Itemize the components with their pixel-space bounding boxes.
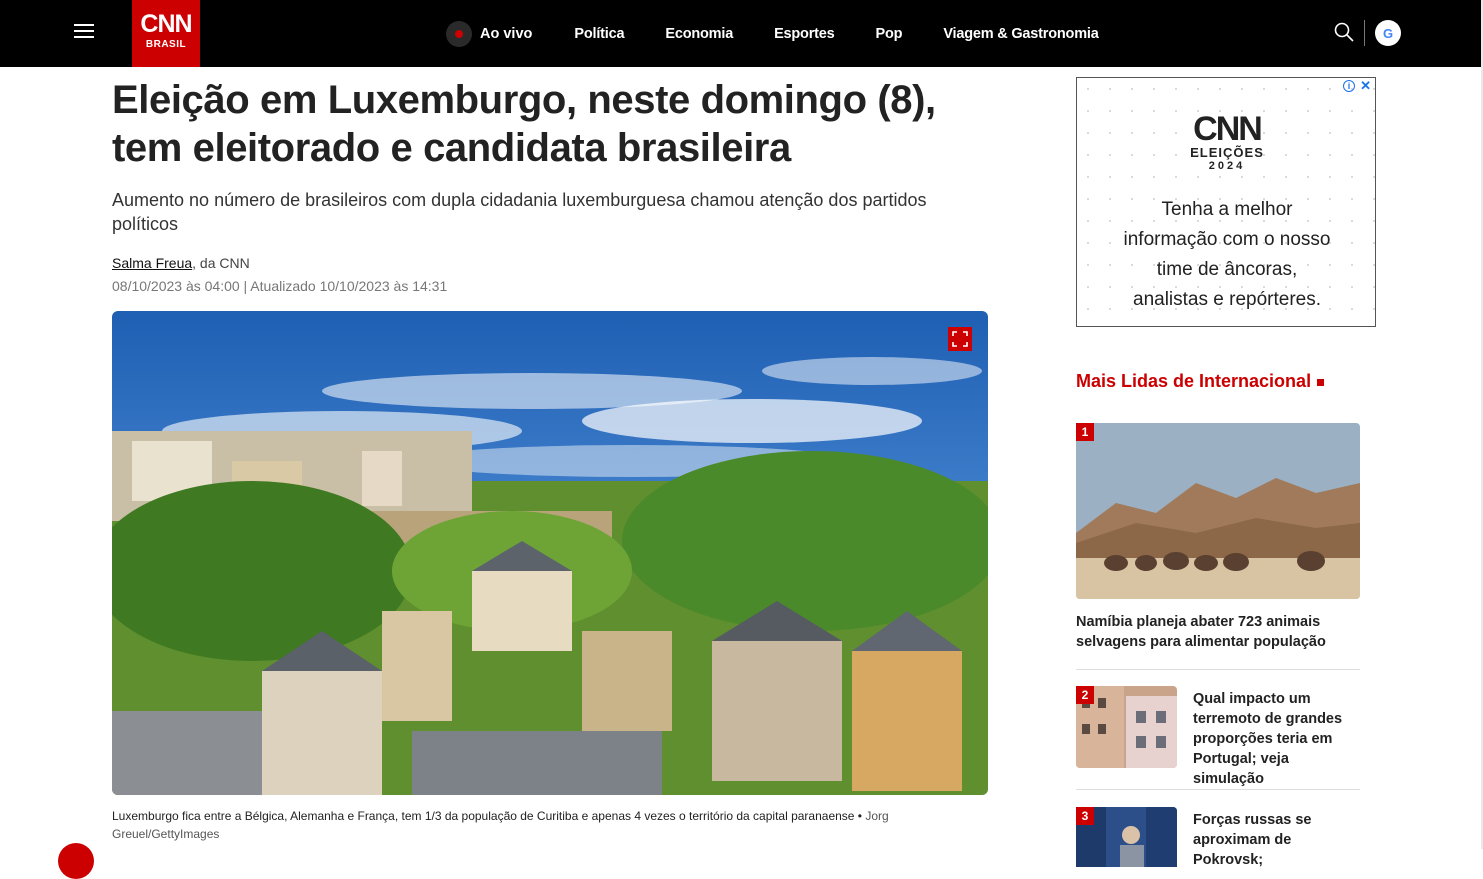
ad-text-line: time de âncoras,: [1156, 259, 1298, 280]
top-navigation-bar: CNN BRASIL Ao vivo Política Economia Esp…: [0, 0, 1483, 67]
fullscreen-expand-icon[interactable]: [948, 327, 972, 351]
live-dot-icon: [446, 20, 472, 47]
hero-image-luxembourg[interactable]: [112, 311, 988, 795]
author-link[interactable]: Salma Freua: [112, 255, 192, 271]
ad-close-icon[interactable]: ✕: [1360, 78, 1371, 94]
divider: [1076, 669, 1360, 670]
author-suffix: , da CNN: [192, 255, 250, 271]
ad-logo-cnn: CNN: [1193, 110, 1263, 148]
elephants-desert-illustration: [1076, 423, 1360, 599]
hamburger-menu-icon[interactable]: [74, 24, 94, 40]
floating-share-button[interactable]: [58, 843, 94, 879]
ad-cnn-eleicoes-logo: CNN ELEIÇÕES 2024: [1077, 112, 1377, 172]
byline: Salma Freua, da CNN: [112, 255, 250, 271]
search-icon[interactable]: [1333, 21, 1355, 43]
nav-item-esportes[interactable]: Esportes: [774, 26, 835, 42]
luxembourg-city-illustration: [112, 311, 988, 795]
nav-divider: [1364, 20, 1365, 46]
ad-text-line: informação com o nosso: [1123, 229, 1331, 250]
logo-text: CNN: [140, 10, 192, 38]
most-read-item-2-title[interactable]: Qual impacto um terremoto de grandes pro…: [1193, 689, 1363, 789]
nav-item-economia[interactable]: Economia: [665, 26, 733, 42]
image-caption: Luxemburgo fica entre a Bélgica, Alemanh…: [112, 807, 988, 843]
nav-item-pop[interactable]: Pop: [876, 26, 903, 42]
square-bullet-icon: [1317, 378, 1325, 386]
advertisement-banner[interactable]: i ✕ CNN ELEIÇÕES 2024 Tenha a melhor inf…: [1076, 77, 1376, 327]
article-subhead: Aumento no número de brasileiros com dup…: [112, 190, 927, 234]
google-icon: G: [1382, 25, 1394, 41]
live-link[interactable]: Ao vivo: [446, 20, 533, 47]
nav-item-viagem-gastronomia[interactable]: Viagem & Gastronomia: [943, 26, 1098, 42]
ad-info-icon[interactable]: i: [1343, 80, 1355, 92]
google-signin-button[interactable]: G: [1375, 20, 1401, 46]
most-read-item-1-image[interactable]: [1076, 423, 1360, 599]
logo-subtext: BRASIL: [145, 39, 187, 50]
most-read-title: Mais Lidas de Internacional: [1076, 371, 1325, 392]
ad-logo-year: 2024: [1208, 160, 1246, 172]
caption-separator: •: [854, 809, 866, 823]
nav-item-politica[interactable]: Política: [574, 26, 624, 42]
live-label: Ao vivo: [480, 25, 533, 42]
rank-badge-3: 3: [1076, 807, 1094, 825]
rank-badge-1: 1: [1076, 423, 1094, 441]
ad-text-line: analistas e repórteres.: [1133, 289, 1321, 310]
cnn-brasil-logo[interactable]: CNN BRASIL: [132, 0, 200, 67]
most-read-item-3-title[interactable]: Forças russas se aproximam de Pokrovsk;: [1193, 810, 1363, 870]
dateline: 08/10/2023 às 04:00 | Atualizado 10/10/2…: [112, 278, 448, 294]
ad-text: Tenha a melhor informação com o nosso ti…: [1077, 195, 1377, 315]
caption-text: Luxemburgo fica entre a Bélgica, Alemanh…: [112, 809, 855, 823]
main-nav: Ao vivo Política Economia Esportes Pop V…: [446, 0, 1140, 67]
article-headline: Eleição em Luxemburgo, neste domingo (8)…: [112, 78, 936, 170]
ad-logo-eleicoes: ELEIÇÕES: [1190, 145, 1264, 160]
most-read-item-1-title[interactable]: Namíbia planeja abater 723 animais selva…: [1076, 612, 1360, 652]
divider: [1076, 789, 1360, 790]
most-read-title-text: Mais Lidas de Internacional: [1076, 371, 1312, 391]
ad-text-line: Tenha a melhor: [1161, 199, 1293, 220]
rank-badge-2: 2: [1076, 686, 1094, 704]
